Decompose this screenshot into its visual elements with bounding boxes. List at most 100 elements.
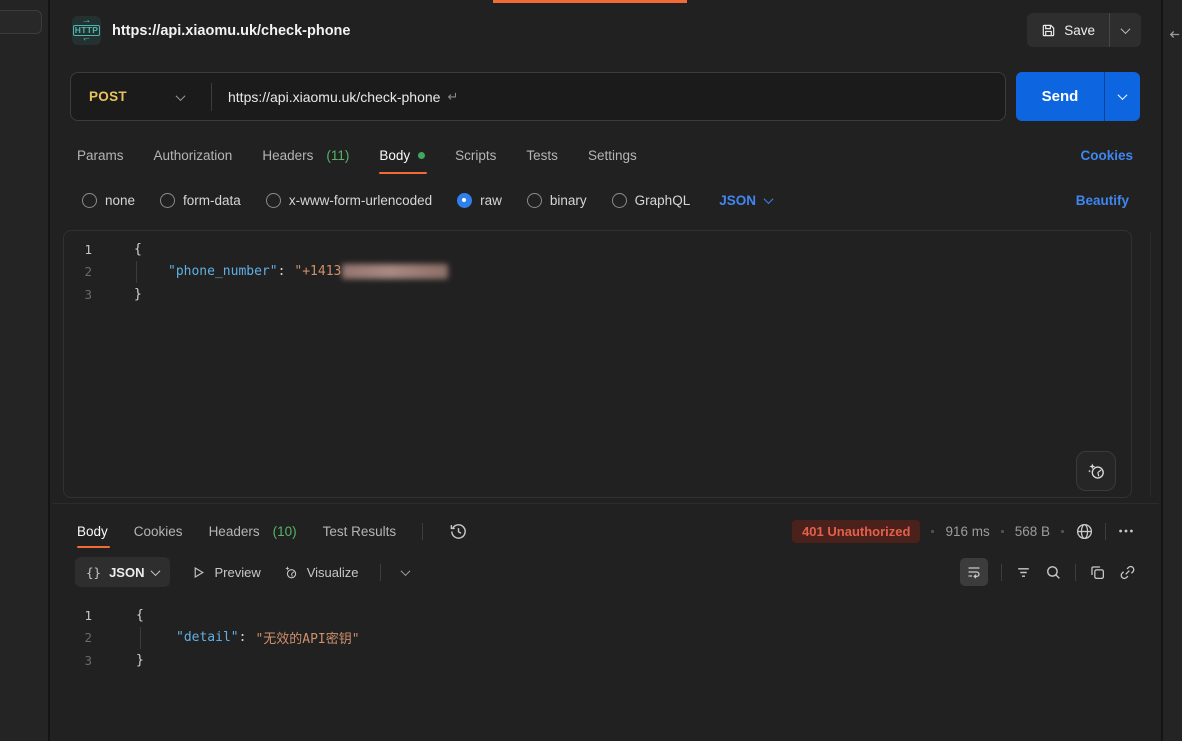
- response-view-actions: [960, 558, 1159, 586]
- sidebar-collapsed-item[interactable]: [0, 10, 42, 34]
- visualize-button[interactable]: Visualize: [282, 564, 359, 581]
- chevron-down-icon: [400, 566, 410, 576]
- json-value: "无效的API密钥": [255, 628, 359, 647]
- url-bar: POST https://api.xiaomu.uk/check-phone ↵: [70, 72, 1006, 121]
- globe-icon: [1075, 522, 1094, 541]
- save-split-button: Save: [1027, 13, 1141, 47]
- method-caret[interactable]: [177, 89, 211, 104]
- response-tab-cookies[interactable]: Cookies: [134, 511, 183, 551]
- tab-label: Cookies: [134, 524, 183, 539]
- method-selector[interactable]: POST: [71, 89, 177, 104]
- postbot-ai-button[interactable]: [1076, 451, 1116, 491]
- wrap-text-icon: [966, 564, 982, 580]
- response-meta: 401 Unauthorized 916 ms 568 B: [792, 520, 1159, 543]
- search-icon: [1045, 564, 1062, 581]
- radio-selected-icon: [457, 193, 472, 208]
- save-button[interactable]: Save: [1027, 13, 1109, 47]
- body-type-binary[interactable]: binary: [527, 193, 587, 208]
- toolbar-expand-caret[interactable]: [402, 569, 409, 576]
- http-arrow-down-icon: ↽: [83, 36, 90, 42]
- tab-label: Body: [77, 524, 108, 539]
- response-time: 916 ms: [945, 524, 989, 539]
- radio-label: x-www-form-urlencoded: [289, 193, 432, 208]
- chevron-down-icon: [1121, 24, 1131, 34]
- tab-authorization[interactable]: Authorization: [154, 133, 233, 177]
- postbot-sparkle-icon: [1086, 461, 1107, 482]
- line-number: 1: [52, 608, 108, 623]
- play-icon: [191, 565, 206, 580]
- body-type-urlencoded[interactable]: x-www-form-urlencoded: [266, 193, 432, 208]
- code-line: 2 "detail":"无效的API密钥": [52, 627, 1159, 650]
- tab-tests[interactable]: Tests: [526, 133, 558, 177]
- tab-label: Test Results: [323, 524, 397, 539]
- url-bar-divider: [211, 83, 212, 111]
- radio-label: raw: [480, 193, 502, 208]
- chevron-down-icon: [764, 194, 774, 204]
- tab-label: Tests: [526, 148, 558, 163]
- radio-label: none: [105, 193, 135, 208]
- beautify-link[interactable]: Beautify: [1076, 193, 1159, 208]
- preview-button[interactable]: Preview: [191, 565, 260, 580]
- code-line: 1 {: [52, 604, 1159, 627]
- link-icon: [1119, 564, 1136, 581]
- response-history-button[interactable]: [449, 522, 468, 541]
- json-value: "+1413: [294, 264, 341, 279]
- visualize-sparkle-icon: [282, 564, 299, 581]
- language-dropdown[interactable]: JSON: [719, 193, 772, 208]
- link-button[interactable]: [1119, 564, 1136, 581]
- line-number: 2: [64, 264, 108, 279]
- collapse-arrow-icon[interactable]: [1166, 27, 1181, 42]
- format-label: JSON: [109, 565, 144, 580]
- response-tab-test-results[interactable]: Test Results: [323, 511, 397, 551]
- editor-scrollbar-track[interactable]: [1150, 231, 1151, 497]
- close-brace: }: [134, 287, 142, 302]
- send-options-caret[interactable]: [1104, 72, 1140, 121]
- tab-scripts[interactable]: Scripts: [455, 133, 496, 177]
- preview-label: Preview: [214, 565, 260, 580]
- body-type-none[interactable]: none: [82, 193, 135, 208]
- copy-response-button[interactable]: [1089, 564, 1106, 581]
- cookies-link[interactable]: Cookies: [1080, 148, 1159, 163]
- body-type-form-data[interactable]: form-data: [160, 193, 241, 208]
- body-type-raw[interactable]: raw: [457, 193, 502, 208]
- open-brace: {: [136, 608, 144, 623]
- response-more-options-button[interactable]: [1117, 522, 1135, 540]
- filter-button[interactable]: [1015, 564, 1032, 581]
- response-tabs-row: Body Cookies Headers (10) Test Results: [52, 511, 1159, 551]
- divider: [1075, 564, 1076, 581]
- body-type-graphql[interactable]: GraphQL: [612, 193, 691, 208]
- tab-label: Body: [379, 148, 410, 163]
- response-tab-body[interactable]: Body: [77, 511, 108, 551]
- save-options-caret[interactable]: [1109, 13, 1141, 47]
- tab-settings[interactable]: Settings: [588, 133, 637, 177]
- tab-label: Headers: [209, 524, 260, 539]
- tab-body[interactable]: Body: [379, 133, 425, 177]
- send-button[interactable]: Send: [1016, 72, 1104, 121]
- right-sidebar-rail: [1161, 0, 1182, 741]
- tab-params[interactable]: Params: [77, 133, 124, 177]
- divider: [380, 564, 381, 581]
- response-tab-headers[interactable]: Headers (10): [209, 511, 297, 551]
- response-body-editor[interactable]: 1 { 2 "detail":"无效的API密钥" 3 }: [52, 600, 1159, 741]
- close-brace: }: [136, 653, 144, 668]
- response-section: Body Cookies Headers (10) Test Results: [52, 503, 1159, 741]
- clock-history-icon: [449, 522, 468, 541]
- line-number: 1: [64, 242, 108, 257]
- dot-separator: [931, 530, 934, 533]
- tab-headers[interactable]: Headers(11): [262, 133, 349, 177]
- headers-count: (11): [326, 148, 349, 163]
- wrap-text-button[interactable]: [960, 558, 988, 586]
- json-key: "detail": [176, 630, 239, 645]
- http-request-icon: ⇀ HTTP ↽: [72, 16, 101, 45]
- code-line: 3 }: [52, 649, 1159, 672]
- headers-count: (10): [273, 524, 297, 539]
- radio-label: GraphQL: [635, 193, 691, 208]
- search-button[interactable]: [1045, 564, 1062, 581]
- response-format-dropdown[interactable]: {} JSON: [75, 557, 170, 587]
- request-body-editor[interactable]: 1 { 2 "phone_number":"+1413 3 }: [63, 230, 1132, 498]
- response-toolbar: {} JSON Preview Visualize: [52, 555, 1159, 589]
- url-input[interactable]: https://api.xiaomu.uk/check-phone: [228, 89, 440, 105]
- network-info-button[interactable]: [1075, 522, 1094, 541]
- radio-icon: [160, 193, 175, 208]
- api-client-window: ⇀ HTTP ↽ https://api.xiaomu.uk/check-pho…: [0, 0, 1182, 741]
